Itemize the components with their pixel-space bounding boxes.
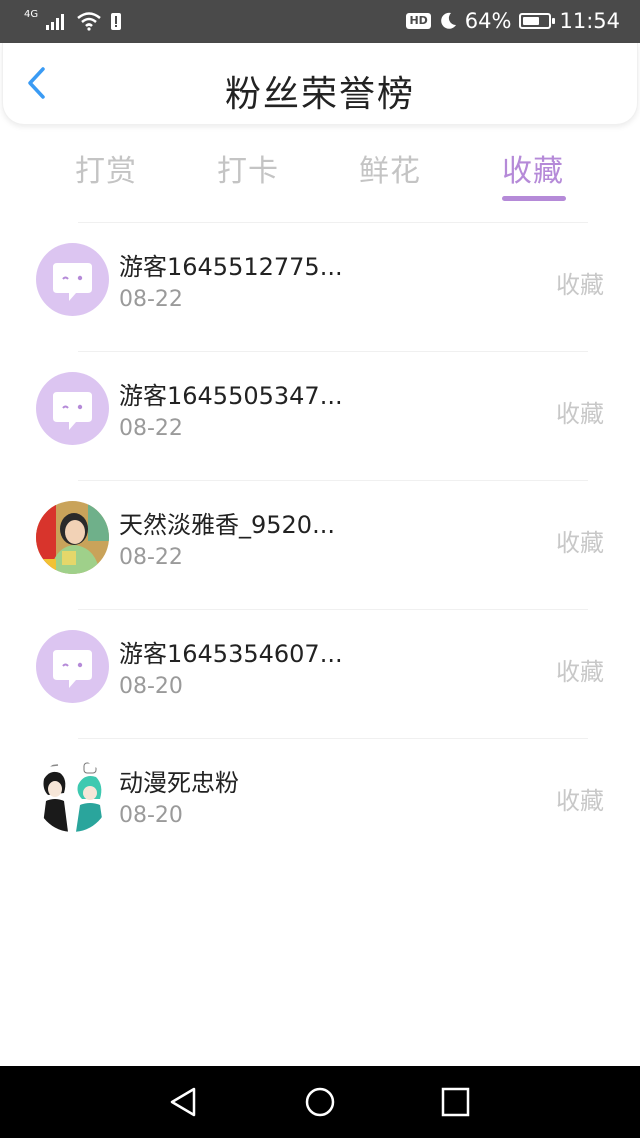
favorite-action[interactable]: 收藏 xyxy=(556,394,604,429)
status-right: HD 64% 11:54 xyxy=(406,8,620,34)
network-type: 4G xyxy=(24,9,39,20)
default-avatar-icon xyxy=(53,263,92,301)
active-tab-indicator xyxy=(502,196,566,201)
nav-home-button[interactable] xyxy=(300,1084,340,1120)
avatar xyxy=(36,501,109,574)
triangle-back-icon xyxy=(170,1087,196,1117)
system-nav-bar xyxy=(0,1066,640,1138)
battery-icon xyxy=(519,13,556,29)
avatar xyxy=(36,630,109,703)
fan-name: 游客1645512775... xyxy=(119,253,343,281)
fan-list: 游客1645512775... 08-22 收藏 游客1645505347...… xyxy=(0,222,640,867)
favorite-action[interactable]: 收藏 xyxy=(556,265,604,300)
fan-date: 08-22 xyxy=(119,416,183,441)
anime-drawing-avatar xyxy=(36,759,109,832)
tab-bar: 打赏 打卡 鲜花 收藏 xyxy=(0,140,640,210)
user-photo-avatar xyxy=(36,501,109,574)
signal-icon xyxy=(46,14,65,30)
list-item[interactable]: 游客1645505347... 08-22 收藏 xyxy=(0,352,640,480)
tab-favorites[interactable]: 收藏 xyxy=(473,146,593,190)
fan-name: 动漫死忠粉 xyxy=(119,769,239,797)
avatar xyxy=(36,243,109,316)
header: 粉丝荣誉榜 xyxy=(2,43,638,125)
avatar xyxy=(36,372,109,445)
clock: 11:54 xyxy=(559,9,620,33)
hd-badge: HD xyxy=(406,13,431,29)
fan-date: 08-20 xyxy=(119,803,183,828)
battery-percent: 64% xyxy=(464,9,512,33)
fan-name: 游客1645354607... xyxy=(119,640,343,668)
fan-name: 游客1645505347... xyxy=(119,382,343,410)
fan-date: 08-22 xyxy=(119,545,183,570)
nav-back-button[interactable] xyxy=(164,1084,204,1120)
list-item[interactable]: 动漫死忠粉 08-20 收藏 xyxy=(0,739,640,867)
tab-flowers[interactable]: 鲜花 xyxy=(330,146,450,190)
favorite-action[interactable]: 收藏 xyxy=(556,652,604,687)
list-item[interactable]: 天然淡雅香_9520... 08-22 收藏 xyxy=(0,481,640,609)
favorite-action[interactable]: 收藏 xyxy=(556,523,604,558)
fan-date: 08-22 xyxy=(119,287,183,312)
fan-date: 08-20 xyxy=(119,674,183,699)
tab-reward[interactable]: 打赏 xyxy=(46,146,166,190)
default-avatar-icon xyxy=(53,392,92,430)
tab-checkin[interactable]: 打卡 xyxy=(188,146,308,190)
page-title: 粉丝荣誉榜 xyxy=(224,74,415,115)
alert-icon xyxy=(111,13,122,30)
favorite-action[interactable]: 收藏 xyxy=(556,781,604,816)
wifi-icon xyxy=(77,12,101,31)
avatar xyxy=(36,759,109,832)
status-left: 4G xyxy=(24,8,122,34)
status-bar: 4G HD 64% 11:54 xyxy=(0,0,640,43)
square-recents-icon xyxy=(441,1087,470,1117)
moon-icon xyxy=(440,12,456,29)
nav-recents-button[interactable] xyxy=(435,1084,475,1120)
fan-name: 天然淡雅香_9520... xyxy=(119,511,335,539)
list-item[interactable]: 游客1645512775... 08-22 收藏 xyxy=(0,223,640,351)
default-avatar-icon xyxy=(53,650,92,688)
circle-home-icon xyxy=(305,1087,335,1117)
list-item[interactable]: 游客1645354607... 08-20 收藏 xyxy=(0,610,640,738)
battery-level xyxy=(523,17,539,25)
